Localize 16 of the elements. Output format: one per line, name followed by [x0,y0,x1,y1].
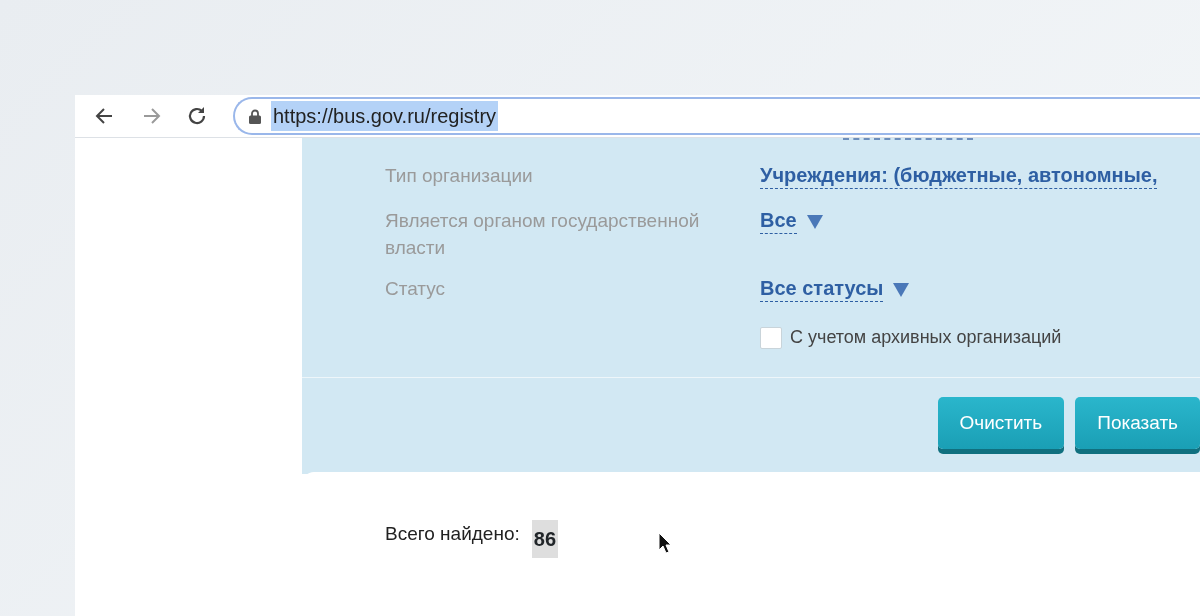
url-text: https://bus.gov.ru/registry [271,101,499,131]
filter-dropdown[interactable]: Все [760,207,797,234]
filter-label: Тип организации [385,164,534,188]
filter-dropdown[interactable]: Все статусы [760,275,884,302]
filter-label: Статус [385,277,447,301]
dropdown-caret-icon[interactable] [806,215,823,229]
results-count: 86 [531,520,558,558]
dropdown-caret-icon[interactable] [893,283,910,297]
checkbox[interactable] [760,326,782,349]
filter-dropdown[interactable]: Учреждения: (бюджетные, автономные, [760,162,1158,189]
address-bar[interactable]: https://bus.gov.ru/registry [233,97,1200,135]
mouse-cursor-icon [658,532,672,554]
lock-icon [249,108,261,124]
results-label: Всего найдено: [385,522,520,546]
filter-label: Является органом государственной власти [385,209,701,260]
checkbox-label: С учетом архивных организаций [790,326,1062,349]
